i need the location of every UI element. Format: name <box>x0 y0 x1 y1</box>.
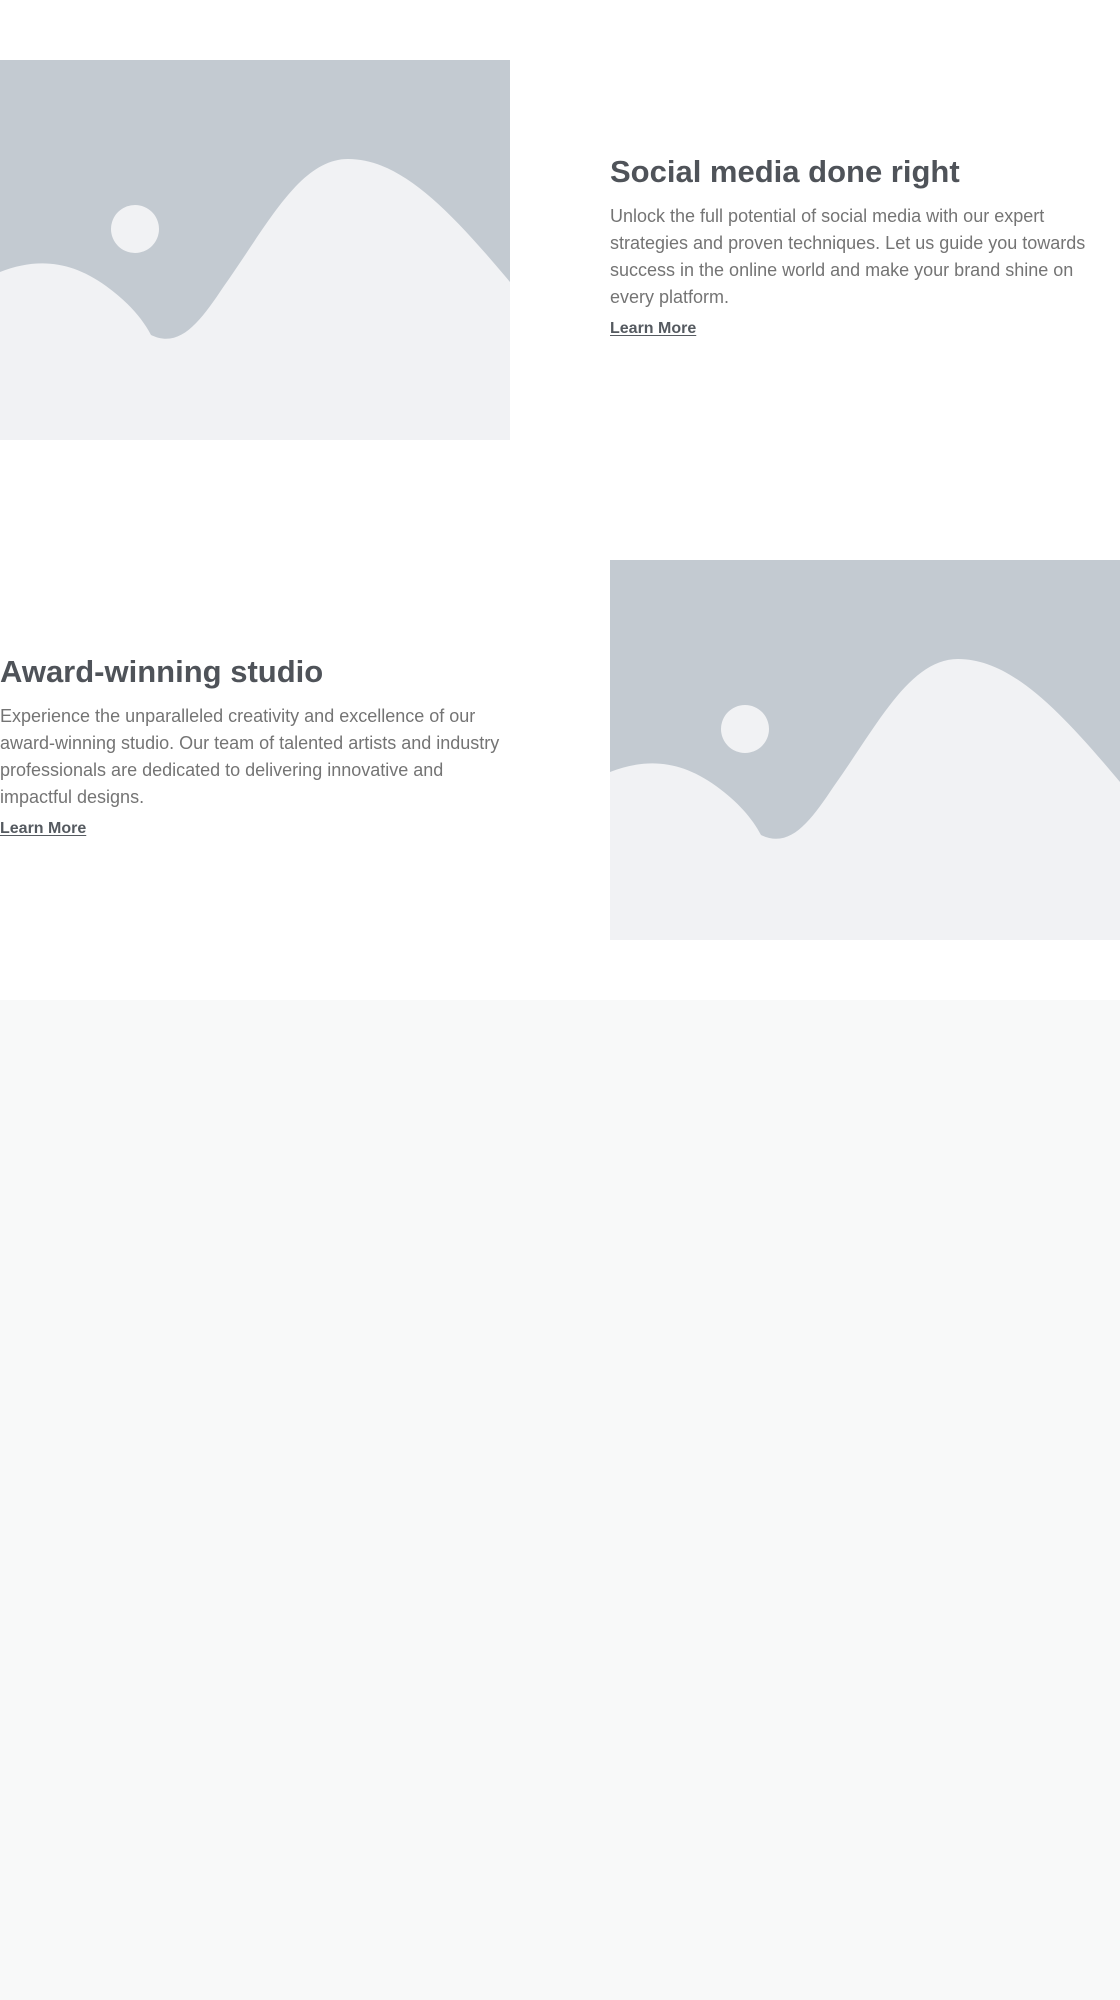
feature-title: Social media done right <box>610 154 960 189</box>
image-placeholder <box>610 560 1120 940</box>
learn-more-link[interactable]: Learn More <box>0 819 86 839</box>
features-section: Social media done right Unlock the full … <box>0 0 1120 1000</box>
learn-more-link[interactable]: Learn More <box>610 319 696 339</box>
image-placeholder <box>0 60 510 440</box>
page: Social media done right Unlock the full … <box>0 0 1120 2000</box>
feature-title: Award-winning studio <box>0 654 324 689</box>
feature-text-block: Award-winning studio Experience the unpa… <box>0 653 506 839</box>
image-placeholder-icon <box>0 60 510 440</box>
feature-text-block: Social media done right Unlock the full … <box>610 153 1116 339</box>
empty-footer-area <box>0 1000 1120 2000</box>
feature-description: Experience the unparalleled creativity a… <box>0 706 500 807</box>
image-placeholder-icon <box>610 560 1120 940</box>
feature-description: Unlock the full potential of social medi… <box>610 206 1086 307</box>
